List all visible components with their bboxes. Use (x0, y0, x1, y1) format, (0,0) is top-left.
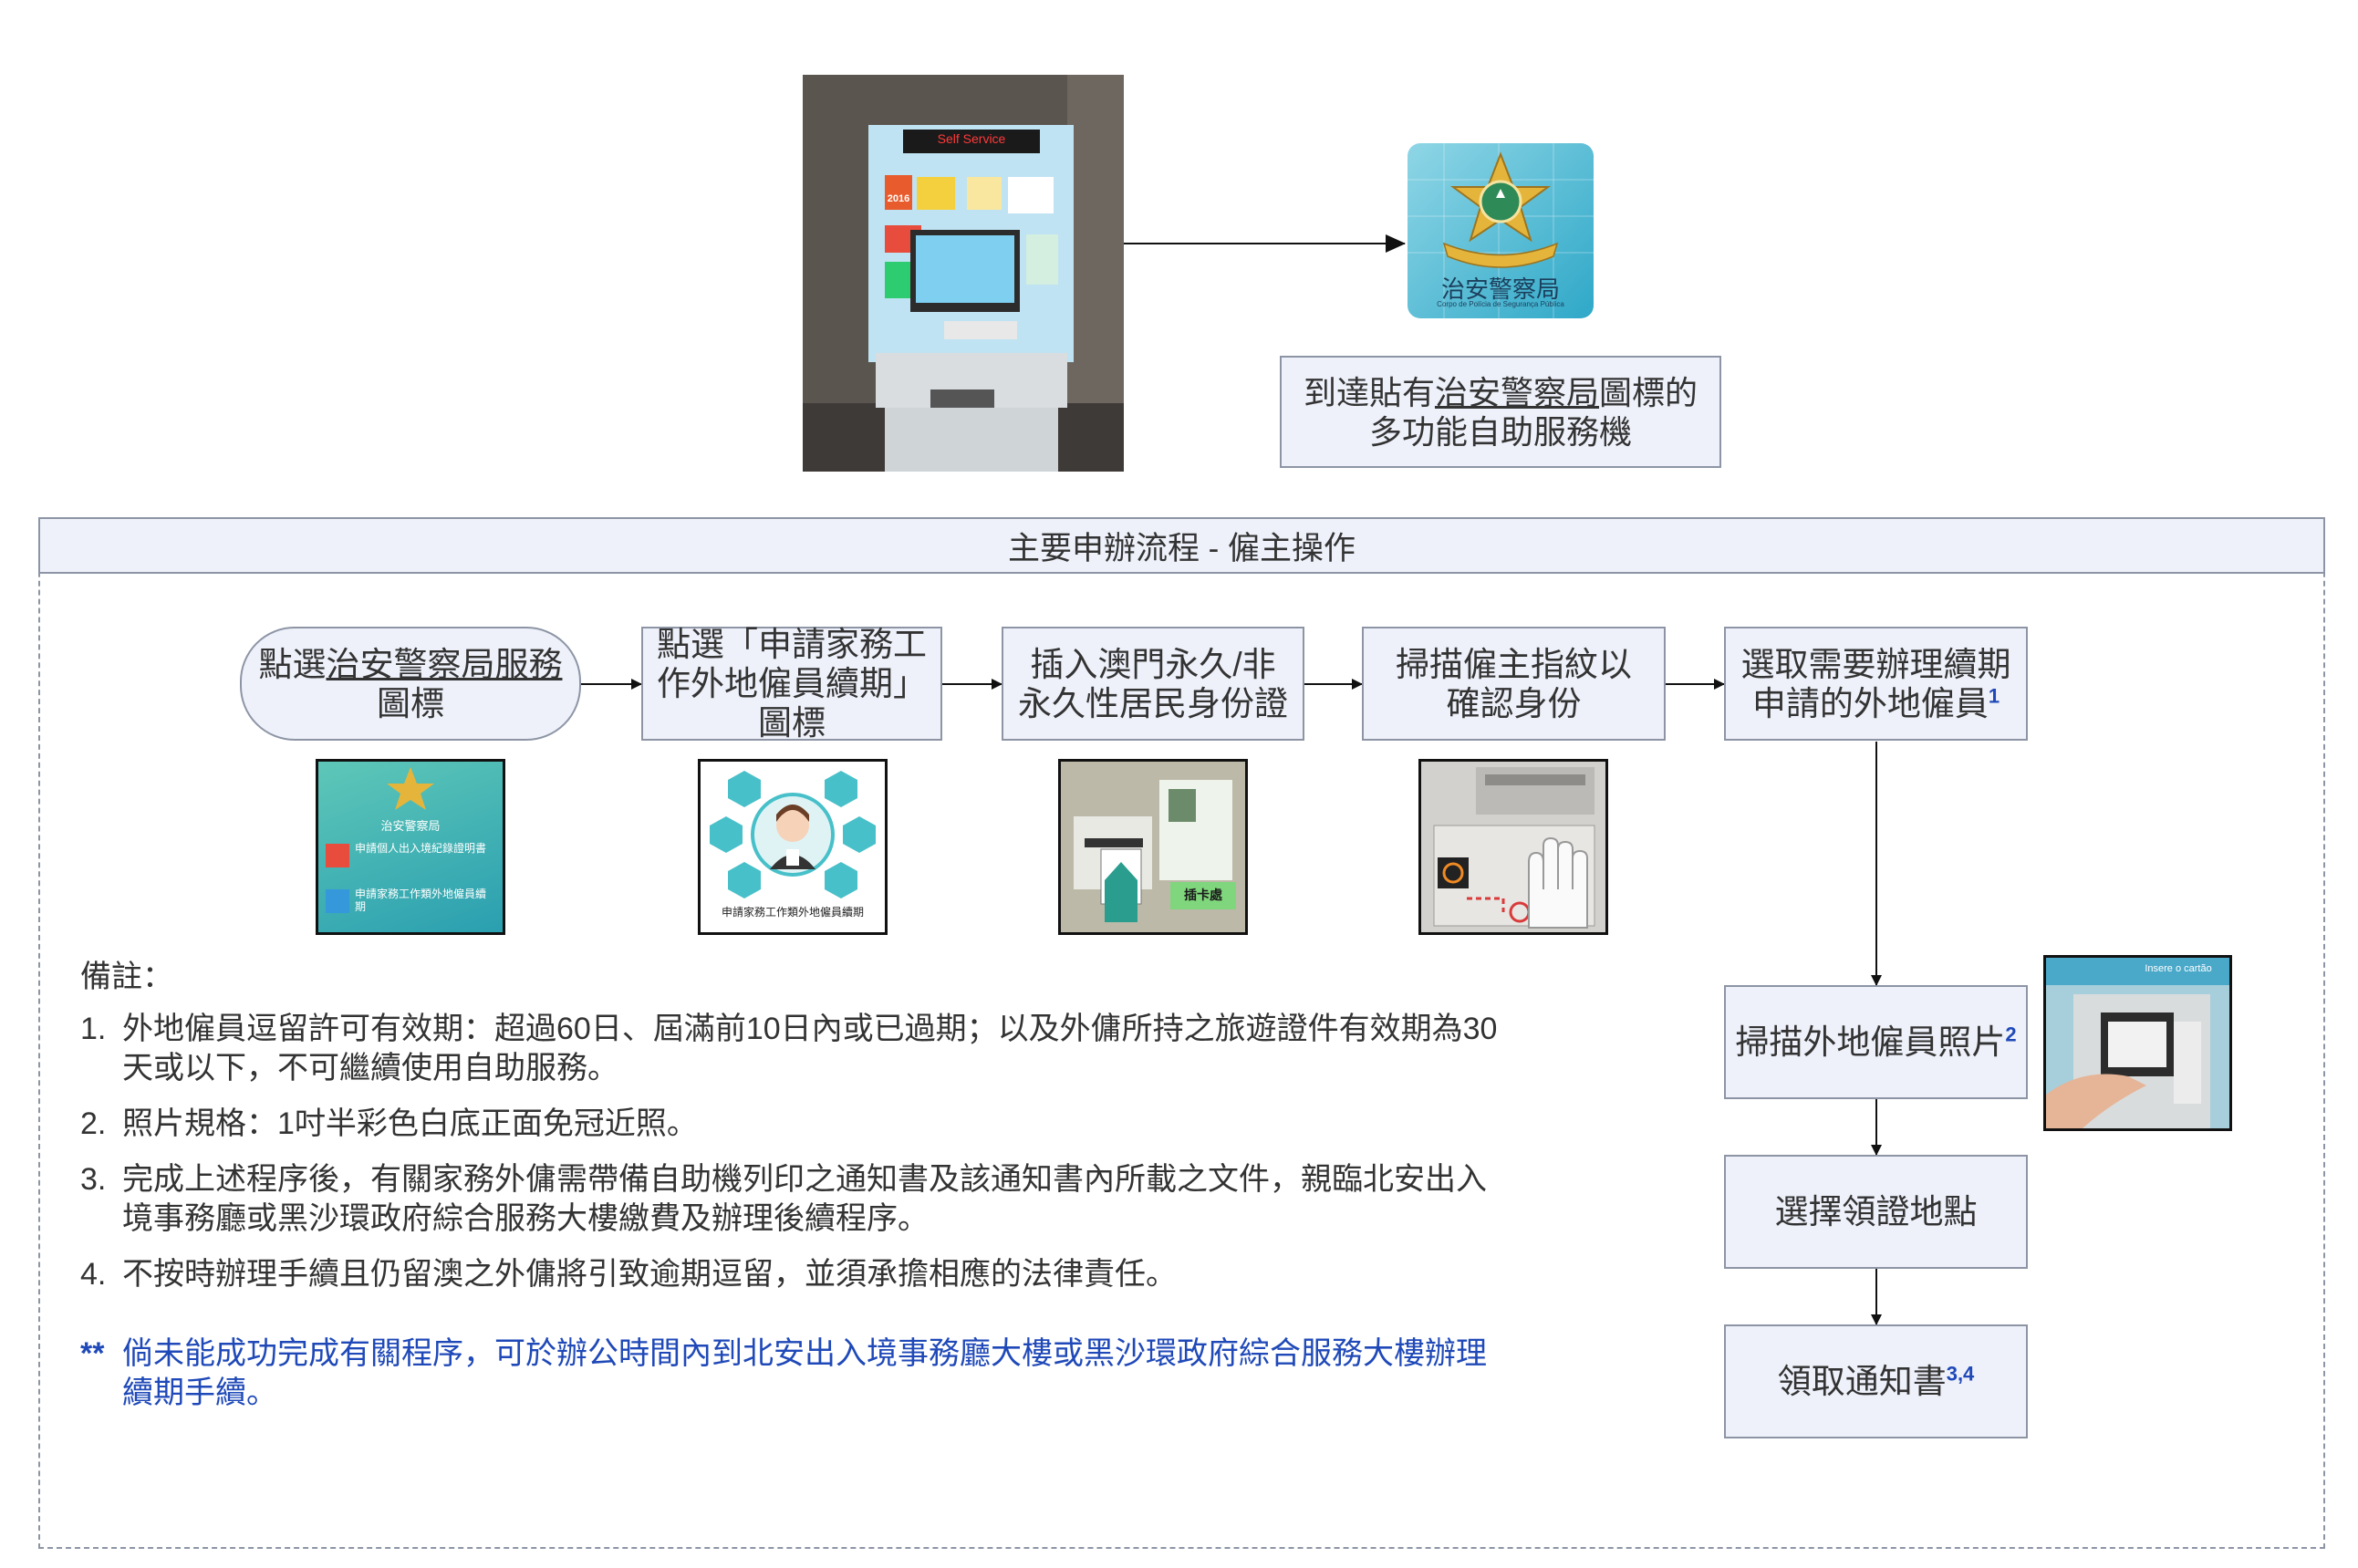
thumb1-item2: 申請家務工作類外地僱員續期 (355, 888, 487, 913)
thumb2-caption: 申請家務工作類外地僱員續期 (721, 906, 864, 919)
thumb-fingerprint-scanner (1418, 759, 1608, 935)
note-number: 4. (80, 1257, 107, 1292)
failure-notice-mark: ** (80, 1336, 105, 1371)
step-select-domestic-renewal: 點選「申請家務工作外地僱員續期」圖標 (641, 626, 942, 742)
panel-title: 主要申辦流程 - 僱主操作 (38, 517, 2325, 574)
step5-text: 選取需要辦理續期申請的外地僱員 (1740, 645, 2011, 722)
note-text: 照片規格：1吋半彩色白底正面免冠近照。 (122, 1106, 698, 1141)
thumb-psp-service-menu: 治安警察局 申請個人出入境紀錄證明書 申請家務工作類外地僱員續期 (316, 759, 505, 935)
step-scan-employee-photo: 掃描外地僱員照片2 (1724, 985, 2028, 1099)
notes-heading: 備註： (80, 960, 173, 994)
photo-scanner-label: Insere o cartão (2145, 963, 2212, 974)
note-item: 4. 不按時辦理手續且仍留澳之外傭將引致逾期逗留，並須承擔相應的法律責任。 (80, 1255, 1503, 1294)
step6-footnote: 2 (2005, 1023, 2017, 1046)
kiosk-year: 2016 (887, 193, 910, 204)
note-text: 不按時辦理手續且仍留澳之外傭將引致逾期逗留，並須承擔相應的法律責任。 (122, 1257, 1177, 1292)
step3-text: 插入澳門永久/非永久性居民身份證 (1018, 645, 1288, 722)
thumb1-title: 治安警察局 (380, 819, 441, 833)
note-text: 外地僱員逗留許可有效期：超過60日、屆滿前10日內或已過期；以及外傭所持之旅遊證… (122, 1012, 1498, 1085)
note-item: 1. 外地僱員逗留許可有效期：超過60日、屆滿前10日內或已過期；以及外傭所持之… (80, 1010, 1503, 1088)
arrival-prefix: 到達貼有 (1303, 373, 1435, 411)
arrival-suffix: 圖標的 (1599, 373, 1698, 411)
note-number: 2. (80, 1106, 107, 1141)
photo-scanner-picture: Insere o cartão (2043, 955, 2232, 1131)
step-select-foreign-employee: 選取需要辦理續期申請的外地僱員1 (1724, 627, 2028, 741)
step-insert-id-card: 插入澳門永久/非永久性居民身份證 (1002, 627, 1304, 741)
arrival-link-psp: 治安警察局 (1434, 373, 1599, 411)
step-choose-collection-location: 選擇領證地點 (1724, 1155, 2028, 1269)
failure-notice-text: 倘未能成功完成有關程序，可於辦公時間內到北安出入境事務廳大樓或黑沙環政府綜合服務… (122, 1336, 1487, 1410)
thumb-domestic-helper: 申請家務工作類外地僱員續期 (698, 759, 888, 935)
note-item: 3. 完成上述程序後，有關家務外傭需帶備自助機列印之通知書及該通知書內所載之文件… (80, 1160, 1503, 1239)
step-collect-notice: 領取通知書3,4 (1724, 1324, 2028, 1438)
kiosk-sign: Self Service (937, 131, 1006, 146)
step-scan-employer-fingerprint: 掃描僱主指紋以確認身份 (1362, 627, 1666, 741)
step5-footnote: 1 (1988, 684, 2000, 708)
arrival-instruction-box: 到達貼有治安警察局圖標的 多功能自助服務機 (1280, 356, 1721, 468)
step6-text: 掃描外地僱員照片 (1735, 1023, 2006, 1061)
step8-text: 領取通知書 (1777, 1363, 1947, 1400)
step1-link: 治安警察局服務 (326, 645, 563, 683)
step1-pre: 點選 (258, 645, 327, 683)
thumb3-label: 插卡處 (1184, 888, 1222, 902)
notes-section: 備註： 1. 外地僱員逗留許可有效期：超過60日、屆滿前10日內或已過期；以及外… (80, 958, 1503, 1413)
step4-text: 掃描僱主指紋以確認身份 (1396, 645, 1632, 722)
thumb1-item1: 申請個人出入境紀錄證明書 (355, 842, 487, 855)
note-item: 2. 照片規格：1吋半彩色白底正面免冠近照。 (80, 1105, 1503, 1144)
arrival-line2: 多功能自助服務機 (1368, 412, 1632, 451)
kiosk-photo: Self Service 2016 (803, 75, 1124, 472)
step1-post: 圖標 (377, 684, 444, 722)
failure-notice: ** 倘未能成功完成有關程序，可於辦公時間內到北安出入境事務廳大樓或黑沙環政府綜… (80, 1334, 1503, 1413)
step8-footnote: 3,4 (1946, 1362, 1975, 1386)
step-select-psp-service: 點選治安警察局服務 圖標 (240, 627, 581, 741)
note-number: 1. (80, 1012, 107, 1046)
psp-logo-icon: 治安警察局 Corpo de Polícia de Segurança Públ… (1408, 143, 1594, 318)
step2-text: 點選「申請家務工作外地僱員續期」圖標 (657, 626, 927, 742)
note-text: 完成上述程序後，有關家務外傭需帶備自助機列印之通知書及該通知書內所載之文件，親臨… (122, 1162, 1487, 1236)
step7-text: 選擇領證地點 (1774, 1193, 1978, 1231)
thumb-insert-id-card: 插卡處 (1058, 759, 1248, 935)
note-number: 3. (80, 1162, 107, 1197)
psp-logo-subtext: Corpo de Polícia de Segurança Pública (1437, 300, 1564, 308)
